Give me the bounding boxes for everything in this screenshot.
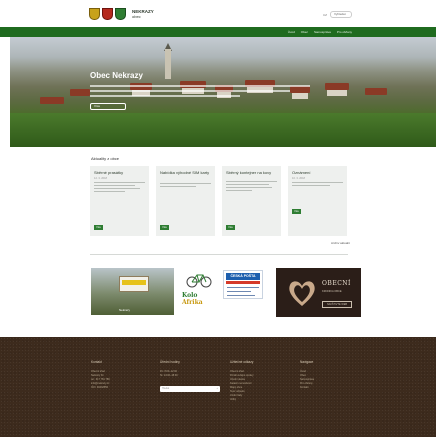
- footer-search-input[interactable]: Hledat ⌕: [160, 386, 220, 392]
- news-card-title[interactable]: Sběrný kontejner na kovy: [226, 170, 277, 175]
- banner-village-sign[interactable]: Nekrazy: [91, 268, 174, 315]
- news-cards: Sběrné prasátky 12. 3. 2018 Více Nabídka…: [90, 166, 347, 236]
- news-heading: Aktuality z obce: [91, 156, 120, 161]
- news-card-button[interactable]: Více: [160, 225, 169, 230]
- banner-obecni-title: OBECNÍ: [322, 280, 351, 287]
- news-card-date: 12. 3. 2018: [94, 177, 107, 180]
- heart-hands-icon: [289, 281, 315, 306]
- banner-obecni-subtitle: KRONIKA OBCE: [322, 290, 342, 293]
- news-card-button[interactable]: Více: [94, 225, 103, 230]
- coat-of-arms-icon: [115, 8, 126, 20]
- footer-links: Užitečné odkazy Obecní úřad Portál veřej…: [230, 360, 253, 402]
- banner-obecni-button[interactable]: NAVŠTIVTE WEB: [322, 301, 352, 308]
- search-icon[interactable]: ⌕: [217, 386, 218, 392]
- logo-text: NEKRAZY obec: [132, 9, 154, 19]
- footer-heading: Kontakt: [91, 360, 102, 364]
- banner-ceska-posta-title: ČESKÁ POŠTA: [226, 273, 260, 280]
- banner-kolo-afrika-text: Kolo Afrika: [182, 292, 203, 306]
- site-footer: Kontakt Obecní úřad Nekrazy 31 tel.: 317…: [0, 337, 436, 437]
- main-navigation: Úvod Obec Samospráva Pro občany: [0, 27, 436, 37]
- footer-navigation: Navigace Úvod Obec Samospráva Pro občany…: [300, 360, 314, 390]
- news-card-button[interactable]: Více: [292, 209, 301, 214]
- footer-heading: Užitečné odkazy: [230, 360, 254, 364]
- site-logo[interactable]: NEKRAZY obec: [89, 8, 154, 20]
- banner-kolo-afrika[interactable]: Kolo Afrika: [180, 270, 218, 310]
- nav-item-obec[interactable]: Obec: [301, 30, 308, 34]
- footer-nav-link[interactable]: Kontakt: [300, 386, 314, 390]
- hero-banner: Obec Nekrazy Více: [10, 37, 436, 147]
- news-card-title[interactable]: Nabídka výhodné SIM karty: [160, 170, 211, 175]
- bicycle-icon: [186, 274, 212, 288]
- news-card-title[interactable]: Oznámení: [292, 170, 343, 175]
- footer-link[interactable]: Volby: [230, 398, 253, 402]
- news-card-button[interactable]: Více: [226, 225, 235, 230]
- news-archive-link[interactable]: Archiv aktualit: [331, 241, 350, 245]
- banner-label: Nekrazy: [119, 308, 131, 312]
- news-card-title[interactable]: Sběrné prasátky: [94, 170, 145, 175]
- site-header: NEKRAZY obec CZ Vyhledat: [0, 0, 436, 27]
- nav-item-samosprava[interactable]: Samospráva: [314, 30, 331, 34]
- news-card[interactable]: Sběrné prasátky 12. 3. 2018 Více: [90, 166, 149, 236]
- language-switch[interactable]: CZ: [323, 13, 327, 17]
- hero-text-line: [90, 90, 290, 92]
- banner-obecni-kronika[interactable]: OBECNÍ KRONIKA OBCE NAVŠTIVTE WEB: [276, 268, 361, 317]
- footer-contact: Kontakt Obecní úřad Nekrazy 31 tel.: 317…: [91, 360, 110, 389]
- coat-of-arms-icon: [102, 8, 113, 20]
- logo-subtitle: obec: [132, 14, 141, 19]
- banner-ceska-posta[interactable]: ČESKÁ POŠTA: [223, 270, 263, 299]
- footer-heading: Úřední hodiny: [160, 360, 180, 364]
- news-card-date: 10. 3. 2018: [292, 177, 305, 180]
- footer-heading: Navigace: [300, 360, 314, 364]
- meadow: [10, 113, 436, 147]
- hero-title: Obec Nekrazy: [90, 71, 143, 80]
- hero-more-button[interactable]: Více: [90, 103, 126, 110]
- church-tower: [165, 49, 171, 79]
- village-sign: [119, 276, 149, 292]
- news-card[interactable]: Oznámení 10. 3. 2018 Více: [288, 166, 347, 236]
- nav-item-home[interactable]: Úvod: [288, 30, 295, 34]
- news-card[interactable]: Sběrný kontejner na kovy Více: [222, 166, 281, 236]
- section-divider: [90, 254, 348, 255]
- footer-hours: Úřední hodiny Po: 8:00–12:00 St: 14:00–1…: [160, 360, 220, 392]
- hero-text-line: [90, 95, 240, 97]
- nav-item-pro-obcany[interactable]: Pro občany: [337, 30, 352, 34]
- search-input[interactable]: Vyhledat: [330, 11, 352, 18]
- news-card[interactable]: Nabídka výhodné SIM karty Více: [156, 166, 215, 236]
- coat-of-arms-icon: [89, 8, 100, 20]
- hero-text-line: [90, 85, 310, 87]
